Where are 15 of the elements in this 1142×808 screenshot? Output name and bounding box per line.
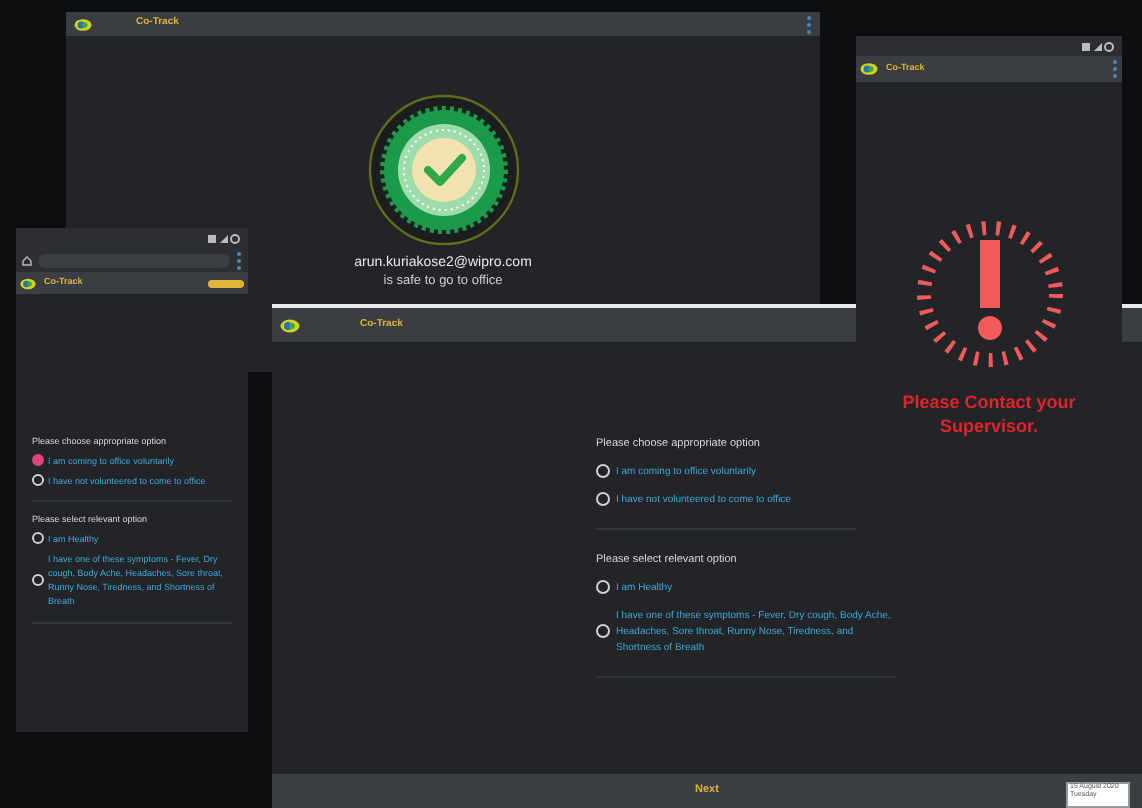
status-icons-drawing: [1082, 41, 1114, 51]
logo-icon: [280, 317, 300, 333]
more-menu-icon[interactable]: [1112, 60, 1118, 78]
radio-button[interactable]: [32, 454, 44, 467]
logo-icon: [20, 277, 36, 289]
home-icon[interactable]: [22, 255, 32, 265]
status-icons-drawing: [208, 233, 240, 243]
verified-badge-icon: [367, 94, 519, 246]
more-menu-icon[interactable]: [236, 251, 242, 269]
logo-icon: [860, 62, 878, 76]
warning-icon: [913, 218, 1065, 370]
more-menu-icon[interactable]: [806, 15, 812, 33]
warning-message: Please Contact your Supervisor.: [900, 390, 1078, 439]
logo-icon: [74, 17, 92, 31]
header-pill[interactable]: [208, 279, 244, 287]
